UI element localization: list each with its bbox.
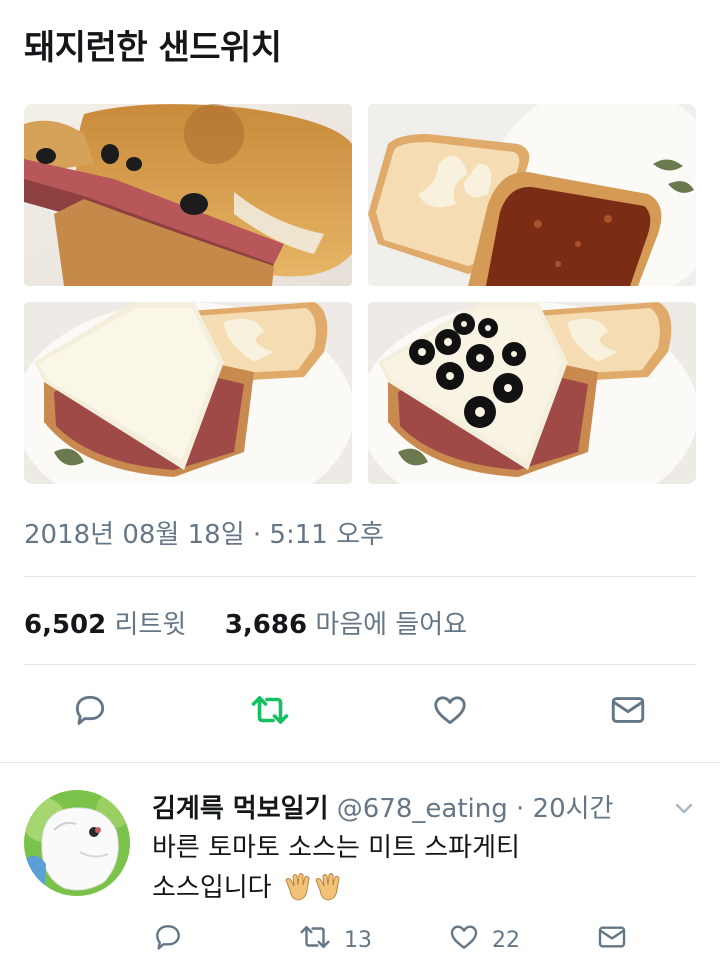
message-button[interactable] [606,690,650,734]
reply-retweet-button[interactable]: 13 [298,920,372,960]
reply-author-handle[interactable]: @678_eating [337,794,508,824]
photo-cheese-with-olives[interactable] [368,302,696,484]
divider [24,576,696,577]
retweets-label[interactable]: 리트윗 [115,610,187,640]
reply-message-button[interactable] [596,920,628,960]
reply-time[interactable]: · 20시간 [516,794,613,824]
reply-retweet-count: 13 [344,927,372,953]
retweet-icon [298,922,332,958]
tweet-timestamp[interactable]: 2018년 08월 18일 · 5:11 오후 [24,514,384,551]
tweet-stats: 6,502 리트윗 3,686 마음에 들어요 [24,604,467,641]
like-button[interactable] [428,690,472,734]
reply-author-name[interactable]: 김계륵 먹보일기 [152,794,329,824]
retweet-icon [249,691,291,733]
photo-bread-with-sauce[interactable] [368,104,696,286]
reply-text-line2: 소스입니다 [152,868,672,914]
reply-icon [152,921,184,959]
waving-hands-emoji [284,872,346,914]
heart-icon [430,691,470,733]
reply-text-line1: 바른 토마토 소스는 미트 스파게티 [152,833,520,863]
likes-label[interactable]: 마음에 들어요 [315,610,467,640]
reply-icon [71,691,109,733]
heart-icon [448,921,480,959]
reply-like-button[interactable]: 22 [448,920,520,960]
photo-cheese-on-ham[interactable] [24,302,352,484]
reply-button[interactable] [68,690,112,734]
reply-like-count: 22 [492,927,520,953]
reply-text: 바른 토마토 소스는 미트 스파게티 소스입니다 [152,828,672,914]
chevron-down-icon[interactable] [672,796,696,820]
divider [0,762,720,763]
likes-count[interactable]: 3,686 [225,610,307,640]
retweets-count[interactable]: 6,502 [24,610,106,640]
reply-text-line2-text: 소스입니다 [152,873,272,903]
reply-reply-button[interactable] [152,920,184,960]
mail-icon [596,922,628,958]
retweet-button[interactable] [248,690,292,734]
reply-action-bar: 13 22 [152,920,672,960]
tweet-action-bar [0,690,720,740]
reply-tweet[interactable]: 김계륵 먹보일기 @678_eating · 20시간 바른 토마토 소스는 미… [0,770,720,975]
mail-icon [608,692,648,732]
avatar[interactable] [24,790,130,896]
photo-toasted-sandwich[interactable] [24,104,352,286]
tweet-text: 돼지런한 샌드위치 [24,28,282,68]
media-grid [24,104,696,484]
divider [24,664,696,665]
reply-header: 김계륵 먹보일기 @678_eating · 20시간 [152,788,613,825]
